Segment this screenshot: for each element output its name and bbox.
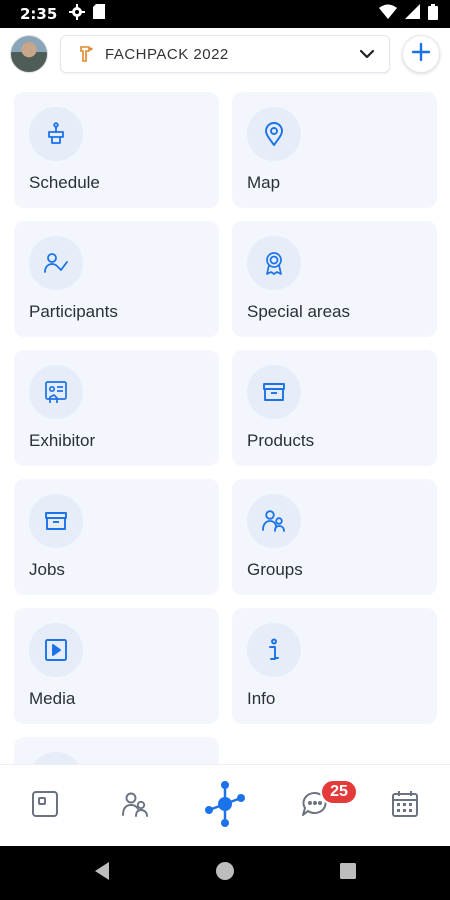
tile-label: Schedule xyxy=(29,173,100,192)
map-pin-icon xyxy=(247,107,301,161)
network-icon xyxy=(203,780,247,833)
tile-schedule[interactable]: Schedule xyxy=(14,92,219,208)
settings-gear-icon xyxy=(69,3,86,25)
unread-badge: 25 xyxy=(320,779,358,805)
home-circle-icon xyxy=(215,861,235,886)
tile-special-areas[interactable]: Special areas xyxy=(232,221,437,337)
top-bar: FACHPACK 2022 xyxy=(0,28,450,80)
avatar[interactable] xyxy=(10,35,48,73)
tile-partial[interactable] xyxy=(14,737,219,764)
tile-products[interactable]: Products xyxy=(232,350,437,466)
tile-exhibitor[interactable]: Exhibitor xyxy=(14,350,219,466)
nav-chat[interactable]: 25 xyxy=(270,765,360,847)
tile-label: Special areas xyxy=(247,302,351,321)
system-nav-bar xyxy=(0,846,450,900)
tile-groups[interactable]: Groups xyxy=(232,479,437,595)
schedule-icon xyxy=(29,107,83,161)
nav-calendar[interactable] xyxy=(360,765,450,847)
nav-home[interactable] xyxy=(0,765,90,847)
jobs-icon xyxy=(29,494,83,548)
nav-network[interactable] xyxy=(180,765,270,847)
status-bar: 2:35 xyxy=(0,0,450,28)
tile-label: Groups xyxy=(247,560,303,579)
tile-label: Exhibitor xyxy=(29,431,96,450)
award-icon xyxy=(247,236,301,290)
partial-tile-icon xyxy=(29,752,83,764)
tile-label: Media xyxy=(29,689,76,708)
chevron-down-icon xyxy=(359,49,375,59)
tile-info[interactable]: Info xyxy=(232,608,437,724)
event-logo-icon xyxy=(77,45,95,63)
status-left-icons xyxy=(69,3,106,25)
participants-icon xyxy=(29,236,83,290)
groups-icon xyxy=(247,494,301,548)
info-icon xyxy=(247,623,301,677)
recents-square-icon xyxy=(339,862,357,885)
recents-button[interactable] xyxy=(318,846,378,900)
tile-participants[interactable]: Participants xyxy=(14,221,219,337)
tile-map[interactable]: Map xyxy=(232,92,437,208)
event-name: FACHPACK 2022 xyxy=(105,45,229,63)
status-right-icons xyxy=(379,3,438,25)
tile-label: Map xyxy=(247,173,281,192)
nav-people[interactable] xyxy=(90,765,180,847)
media-icon xyxy=(29,623,83,677)
status-time: 2:35 xyxy=(20,5,58,23)
home-button[interactable] xyxy=(195,846,255,900)
tile-jobs[interactable]: Jobs xyxy=(14,479,219,595)
tile-label: Products xyxy=(247,431,315,450)
calendar-icon xyxy=(390,789,420,824)
tile-label: Participants xyxy=(29,302,118,321)
home-icon xyxy=(30,789,60,824)
exhibitor-icon xyxy=(29,365,83,419)
tile-label: Jobs xyxy=(29,560,65,579)
tile-media[interactable]: Media xyxy=(14,608,219,724)
bottom-nav: 25 xyxy=(0,764,450,846)
add-button[interactable] xyxy=(402,35,440,73)
signal-icon xyxy=(405,4,420,24)
battery-icon xyxy=(428,3,438,25)
tile-label: Info xyxy=(247,689,276,708)
people-icon xyxy=(120,789,150,824)
sim-card-icon xyxy=(93,4,106,24)
back-triangle-icon xyxy=(93,861,111,886)
feature-grid: Schedule Map Participants Special areas xyxy=(0,92,450,764)
products-icon xyxy=(247,365,301,419)
plus-icon xyxy=(411,42,431,67)
back-button[interactable] xyxy=(72,846,132,900)
event-selector[interactable]: FACHPACK 2022 xyxy=(60,35,390,73)
wifi-icon xyxy=(379,4,397,24)
